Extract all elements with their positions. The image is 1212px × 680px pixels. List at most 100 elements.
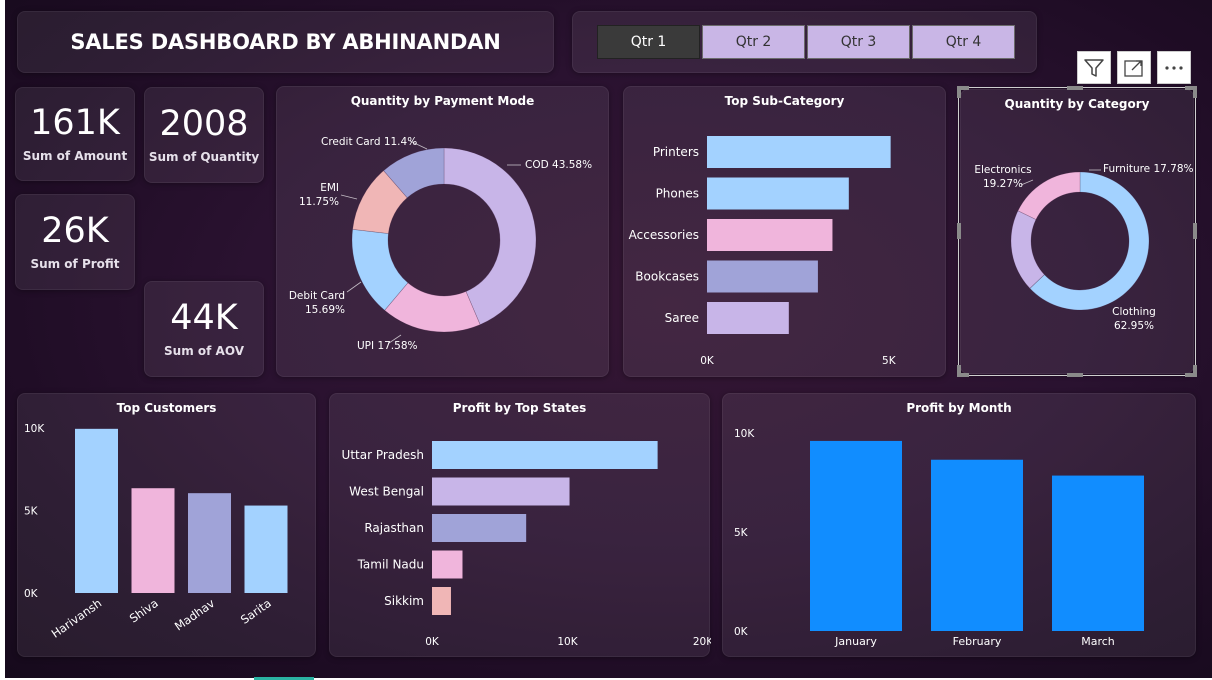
chart-card-top-sub-category[interactable]: Top Sub-Category Printers Phones Accessori… bbox=[623, 86, 946, 377]
kpi-card-quantity: 2008 Sum of Quantity bbox=[144, 87, 264, 183]
category-label: Accessories bbox=[629, 228, 699, 242]
resize-handle[interactable] bbox=[957, 86, 961, 98]
resize-handle[interactable] bbox=[1067, 373, 1083, 377]
kpi-value: 26K bbox=[41, 210, 109, 251]
kpi-label: Sum of Amount bbox=[22, 148, 128, 163]
dashboard-canvas: SALES DASHBOARD BY ABHINANDAN Qtr 1 Qtr … bbox=[5, 0, 1212, 678]
top-customers-bar-chart: Harivansh Shiva Madhav Sarita 0K 5K 10K bbox=[24, 423, 288, 641]
bar bbox=[244, 505, 288, 593]
kpi-label: Sum of Profit bbox=[30, 256, 120, 271]
resize-handle[interactable] bbox=[1193, 86, 1197, 98]
slicer-option-qtr3[interactable]: Qtr 3 bbox=[807, 25, 910, 59]
x-tick-label: 5K bbox=[882, 355, 897, 367]
kpi-card-amount: 161K Sum of Amount bbox=[15, 87, 135, 181]
dashboard-title: SALES DASHBOARD BY ABHINANDAN bbox=[70, 30, 501, 54]
bar bbox=[1052, 475, 1144, 631]
slicer-option-qtr4[interactable]: Qtr 4 bbox=[912, 25, 1015, 59]
chart-title: Profit by Top States bbox=[452, 401, 587, 415]
resize-handle[interactable] bbox=[957, 365, 961, 377]
slice-label: Debit Card bbox=[289, 290, 345, 302]
kpi-card-profit: 26K Sum of Profit bbox=[15, 194, 135, 290]
donut-slice bbox=[1010, 210, 1045, 289]
category-label: February bbox=[953, 635, 1002, 648]
resize-handle[interactable] bbox=[1067, 86, 1083, 90]
payment-mode-donut: COD 43.58% UPI 17.58% Debit Card 15.69% EMI 1… bbox=[289, 136, 592, 352]
bar bbox=[707, 219, 833, 251]
sub-category-bar-chart: Printers Phones Accessories Bookcases Saree 0… bbox=[629, 136, 897, 367]
y-tick-label: 5K bbox=[24, 506, 39, 518]
chart-title: Quantity by Category bbox=[1004, 97, 1150, 111]
resize-handle[interactable] bbox=[957, 223, 961, 239]
kpi-value: 2008 bbox=[159, 103, 249, 144]
bar bbox=[188, 493, 231, 593]
bar bbox=[75, 428, 118, 593]
slice-label: 62.95% bbox=[1114, 320, 1154, 332]
category-label: Phones bbox=[656, 187, 699, 201]
chart-title: Quantity by Payment Mode bbox=[350, 94, 535, 108]
bar bbox=[432, 441, 658, 469]
y-tick-label: 5K bbox=[734, 527, 749, 539]
category-label: Madhav bbox=[172, 596, 217, 634]
resize-handle[interactable] bbox=[1193, 223, 1197, 239]
y-tick-label: 10K bbox=[24, 423, 45, 435]
x-tick-label: 20K bbox=[693, 636, 711, 648]
chart-card-profit-by-month[interactable]: Profit by Month January February March 0K 5K… bbox=[722, 393, 1196, 657]
visual-header bbox=[1077, 51, 1191, 84]
y-tick-label: 0K bbox=[24, 588, 39, 600]
y-tick-label: 10K bbox=[734, 428, 755, 440]
more-options-icon[interactable] bbox=[1157, 51, 1191, 84]
states-bar-chart: Uttar Pradesh West Bengal Rajasthan Tamil N… bbox=[342, 441, 714, 648]
slice-label: Furniture 17.78% bbox=[1103, 163, 1194, 175]
slice-label: Clothing bbox=[1112, 306, 1156, 318]
x-tick-label: 10K bbox=[557, 636, 578, 648]
chart-card-top-customers[interactable]: Top Customers Harivansh Shiva Madhav Sarita… bbox=[17, 393, 316, 657]
slicer-option-qtr2[interactable]: Qtr 2 bbox=[702, 25, 805, 59]
bar bbox=[707, 260, 818, 293]
category-label: Tamil Nadu bbox=[357, 558, 424, 572]
filter-icon[interactable] bbox=[1077, 51, 1111, 84]
slice-label: 15.69% bbox=[305, 304, 345, 316]
y-tick-label: 0K bbox=[734, 626, 749, 638]
slice-label: EMI bbox=[320, 182, 339, 194]
category-label: Uttar Pradesh bbox=[342, 448, 424, 462]
quarter-slicer: Qtr 1 Qtr 2 Qtr 3 Qtr 4 bbox=[572, 11, 1037, 73]
category-label: Shiva bbox=[127, 596, 161, 626]
slicer-option-qtr1[interactable]: Qtr 1 bbox=[597, 25, 700, 59]
category-label: Rajasthan bbox=[364, 521, 424, 535]
chart-title: Profit by Month bbox=[906, 401, 1012, 415]
month-bar-chart: January February March 0K 5K 10K bbox=[734, 428, 1144, 648]
donut-slice bbox=[1017, 171, 1081, 220]
category-label: Sarita bbox=[238, 596, 274, 627]
slice-label: 11.75% bbox=[299, 196, 339, 208]
focus-mode-icon[interactable] bbox=[1117, 51, 1151, 84]
bar bbox=[810, 440, 902, 631]
kpi-value: 161K bbox=[30, 102, 120, 143]
chart-card-profit-by-top-states[interactable]: Profit by Top States Uttar Pradesh West B… bbox=[329, 393, 714, 657]
x-tick-label: 0K bbox=[425, 636, 440, 648]
x-tick-label: 0K bbox=[700, 355, 715, 367]
resize-handle[interactable] bbox=[1193, 365, 1197, 377]
bar bbox=[707, 302, 789, 334]
bar bbox=[432, 514, 527, 542]
slice-label: 19.27% bbox=[983, 178, 1023, 190]
category-label: March bbox=[1081, 635, 1115, 648]
category-label: Sikkim bbox=[384, 594, 424, 608]
bar bbox=[432, 550, 463, 579]
bar bbox=[432, 477, 570, 506]
category-label: Bookcases bbox=[635, 270, 699, 284]
leader-line bbox=[346, 281, 362, 293]
slice-label: UPI 17.58% bbox=[357, 340, 418, 352]
kpi-label: Sum of Quantity bbox=[148, 149, 260, 164]
chart-card-payment-mode[interactable]: Quantity by Payment Mode COD 43.58% UPI 1… bbox=[276, 86, 609, 377]
chart-card-quantity-by-category[interactable]: Quantity by Category Clothing 62.95% Elect… bbox=[960, 89, 1194, 374]
chart-title: Top Sub-Category bbox=[724, 94, 845, 108]
kpi-label: Sum of AOV bbox=[164, 343, 244, 358]
chart-title: Top Customers bbox=[116, 401, 217, 415]
category-label: West Bengal bbox=[349, 485, 424, 499]
category-label: Saree bbox=[665, 311, 699, 325]
category-label: Printers bbox=[653, 145, 699, 159]
kpi-card-aov: 44K Sum of AOV bbox=[144, 281, 264, 377]
slice-label: Credit Card 11.4% bbox=[321, 136, 417, 148]
slice-label: COD 43.58% bbox=[525, 159, 592, 171]
leader-line bbox=[340, 194, 358, 200]
